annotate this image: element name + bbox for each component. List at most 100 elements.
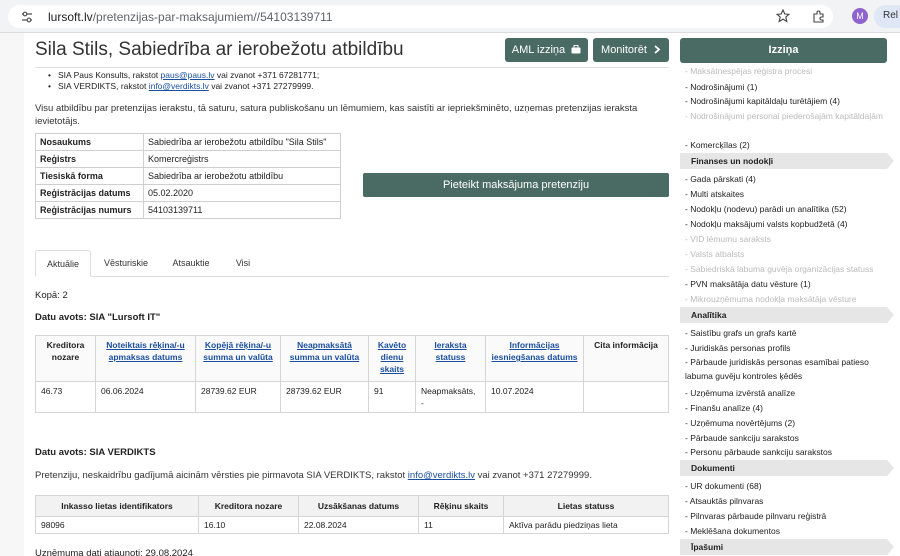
sidebar-item[interactable]: - Nodrošinājumi (1) [685,82,757,92]
sidebar-item[interactable]: - Nodrošinājumi kapitāldaļu turētājiem (… [685,96,840,106]
info-key: Tiesiskā forma [35,167,144,185]
table-row: Reģistrācijas datums 05.02.2020 [35,184,341,202]
info-value: 54103139711 [143,201,341,219]
extensions-icon[interactable] [812,9,826,23]
sidebar-item[interactable]: - Mikrouzņēmuma nodokļa maksātāja vēstur… [685,294,857,304]
sidebar-item[interactable]: - Nodokļu maksājumi valsts kopbudžetā (4… [685,219,848,229]
table-header-row: Kreditora nozare Noteiktais rēķina/-u ap… [35,335,669,382]
table-row: 46.73 06.06.2024 28739.62 EUR 28739.62 E… [35,381,669,413]
tab-all[interactable]: Visi [225,250,261,277]
table-row: Reģistrs Komercreģistrs [35,150,341,168]
sidebar-item[interactable]: - Personu pārbaude sankciju sarakstos [685,447,832,457]
monitor-button[interactable]: Monitorēt [593,38,669,62]
info-value: 05.02.2020 [143,184,341,202]
sidebar-item[interactable]: - Komercķīlas (2) [685,140,750,150]
sidebar-item[interactable]: - Saistību grafs un grafs kartē [685,328,797,338]
sidebar-item[interactable]: - Uzņēmuma izvērstā analīze [685,388,795,398]
column-header[interactable]: Neapmaksātā summa un valūta [280,335,369,382]
table-row: 98096 16.10 22.08.2024 11 Aktīva parādu … [35,516,669,534]
sidebar-item[interactable]: - Finanšu analīze (4) [685,403,763,413]
profile-avatar[interactable]: M [852,8,868,24]
table-cell: 10.07.2024 [485,381,584,413]
total-count: Kopā: 2 [35,290,68,301]
monitor-label: Monitorēt [601,44,647,56]
table-cell: 98096 [35,516,199,534]
disclaimer-text: Visu atbildību par pretenzijas ierakstu,… [35,103,638,127]
table-cell: 46.73 [35,381,96,413]
info-value: Sabiedrība ar ierobežotu atbildību [143,167,341,185]
email-link[interactable]: paus@paus.lv [161,70,215,80]
table-cell: Aktīva parādu piedziņas lieta [503,516,669,534]
sidebar-item[interactable]: - Maksātnespējas reģistra procesi [685,66,812,76]
column-header: Cita informācija [583,335,669,382]
sidebar-item[interactable]: - Pārbaude juridiskās personas esamībai … [685,355,885,383]
column-header[interactable]: Noteiktais rēķina/-u apmaksas datums [95,335,196,382]
column-header: Inkasso lietas identifikators [35,495,199,517]
reload-button[interactable]: Rel [874,5,900,28]
site-settings-icon[interactable] [20,10,34,24]
table-cell: 06.06.2024 [95,381,196,413]
address-bar[interactable]: lursoft.lv/pretenzijas-par-maksajumiem//… [8,5,833,28]
table-cell: 16.10 [198,516,299,534]
table-cell: 22.08.2024 [298,516,419,534]
sidebar-item[interactable]: - PVN maksātāja datu vēsture (1) [685,279,811,289]
sidebar-item[interactable]: - Pārbaude sankciju sarakstos [685,433,799,443]
sidebar-item[interactable]: - Valsts atbalsts [685,249,744,259]
browser-toolbar: lursoft.lv/pretenzijas-par-maksajumiem//… [0,0,900,33]
info-value: Sabiedrība ar ierobežotu atbildību "Sila… [143,133,341,151]
tab-revoked[interactable]: Atsauktie [163,250,219,277]
sidebar-item[interactable]: - Nodokļu (nodevu) parādi un analītika (… [685,204,847,214]
table-header-row: Inkasso lietas identifikators Kreditora … [35,495,669,517]
column-header[interactable]: Ieraksta statuss [415,335,486,382]
sidebar-section-documents[interactable]: Dokumenti [680,460,894,476]
sidebar-item[interactable]: - Uzņēmuma novērtējums (2) [685,418,795,428]
aml-report-button[interactable]: AML izziņa [505,38,588,62]
column-header: Kreditora nozare [35,335,96,382]
email-link[interactable]: info@verdikts.lv [149,81,209,91]
claims-table: Kreditora nozare Noteiktais rēķina/-u ap… [35,335,669,413]
column-header[interactable]: Informācijas iesniegšanas datums [485,335,584,382]
sidebar-item[interactable]: - Pilnvaras pārbaude pilnvaru reģistrā [685,511,826,521]
info-key: Reģistrācijas numurs [35,201,144,219]
sidebar-item[interactable]: - Atsauktās pilnvaras [685,496,763,506]
company-info-table: Nosaukums Sabiedrība ar ierobežotu atbild… [35,133,341,219]
data-source-lursoft: Datu avots: SIA "Lursoft IT" [35,312,161,323]
tab-historical[interactable]: Vēsturiskie [95,250,157,277]
tab-current[interactable]: Aktuālie [35,250,91,277]
column-header[interactable]: Kavēto dienu skaits [368,335,416,382]
info-key: Reģistrs [35,150,144,168]
sidebar-section-analytics[interactable]: Analītika [680,307,894,323]
data-source-verdikts: Datu avots: SIA VERDIKTS [35,447,156,458]
bookmark-star-icon[interactable] [776,9,790,23]
debt-collection-table: Inkasso lietas identifikators Kreditora … [35,495,669,534]
sidebar-item[interactable]: - VID lēmumu saraksts [685,234,771,244]
report-button[interactable]: Izziņa [680,38,887,63]
table-cell: 91 [368,381,416,413]
column-header[interactable]: Kopējā rēķina/-u summa un valūta [195,335,281,382]
sidebar-section-finance[interactable]: Finanses un nodokļi [680,153,894,169]
chevron-right-icon [654,45,661,54]
submit-claim-button[interactable]: Pieteikt maksājuma pretenziju [363,173,669,197]
contact-list: SIA Paus Konsults, rakstot paus@paus.lv … [48,70,319,92]
info-key: Nosaukums [35,133,144,151]
info-key: Reģistrācijas datums [35,184,144,202]
table-row: Reģistrācijas numurs 54103139711 [35,201,341,219]
table-row: Nosaukums Sabiedrība ar ierobežotu atbild… [35,133,341,151]
table-row: Tiesiskā forma Sabiedrība ar ierobežotu a… [35,167,341,185]
sidebar-item[interactable]: - Multi atskaites [685,189,744,199]
sidebar-item[interactable]: - Meklēšana dokumentos [685,526,780,536]
aml-report-label: AML izziņa [511,44,566,56]
sidebar-item[interactable]: - UR dokumenti (68) [685,481,762,491]
sidebar-section-property[interactable]: Īpašumi [680,539,894,555]
sidebar-item[interactable]: - Gada pārskati (4) [685,174,756,184]
sidebar-item[interactable]: - Sabiedriskā labuma guvēja organizācija… [685,264,874,274]
column-header: Kreditora nozare [198,495,299,517]
contact-item: SIA VERDIKTS, rakstot info@verdikts.lv v… [48,81,319,92]
table-cell: Neapmaksāts, - [415,381,486,413]
url-text[interactable]: lursoft.lv/pretenzijas-par-maksajumiem//… [48,10,333,24]
sidebar-item[interactable]: - Nodrošinājumi personai piederošajām ka… [685,109,885,123]
table-cell: 11 [418,516,504,534]
table-cell: 28739.62 EUR [280,381,369,413]
sidebar-item[interactable]: - Juridiskās personas profils [685,343,790,353]
email-link[interactable]: info@verdikts.lv [408,470,475,481]
